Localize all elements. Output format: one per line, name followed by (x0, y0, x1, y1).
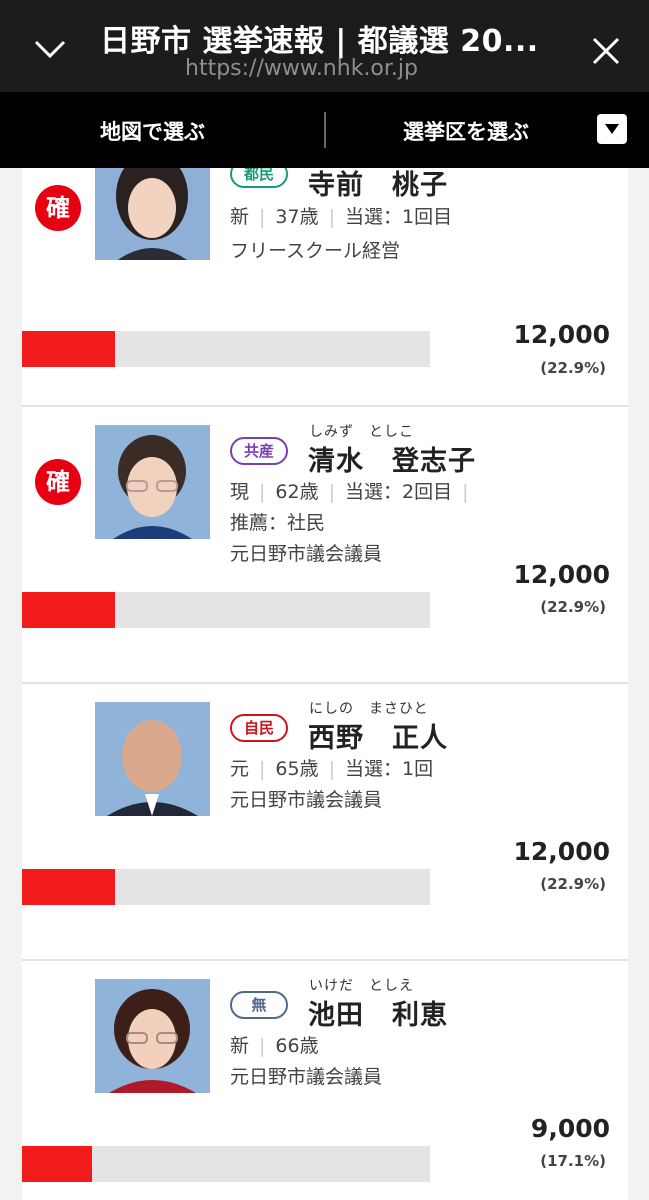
candidate-status: 新 (230, 1035, 250, 1057)
vote-percent: (22.9%) (540, 598, 606, 616)
party-badge: 共産 (230, 437, 288, 465)
vote-percent: (17.1%) (540, 1152, 606, 1170)
vote-bar (22, 869, 430, 905)
candidate-endorsement: 推薦：社民 (230, 512, 326, 534)
party-badge: 自民 (230, 714, 288, 742)
candidate-age: 37歳 (275, 206, 319, 228)
select-by-map-button[interactable]: 地図で選ぶ (100, 116, 205, 146)
vote-bar (22, 1146, 430, 1182)
candidate-info: 現 | 62歳 | 当選：2回目 | (230, 481, 469, 503)
candidate-info: 新 | 37歳 | 当選：1回目 (230, 206, 453, 228)
candidate-name: 清水 登志子 (308, 446, 476, 477)
vote-bar-fill (22, 592, 115, 628)
candidate-list: 確 都民 寺前 桃子 新 | 37歳 | 当選：1回目 フリースクール経営 12,000… (22, 168, 628, 1200)
candidate-age: 62歳 (275, 481, 319, 503)
candidate-name: 西野 正人 (308, 723, 448, 754)
party-badge: 都民 (230, 168, 288, 188)
page-url: https://www.nhk.or.jp (185, 56, 418, 81)
candidate-status: 元 (230, 758, 250, 780)
candidate-info: 新 | 66歳 (230, 1035, 319, 1057)
party-badge: 無 (230, 991, 288, 1019)
candidate-age: 66歳 (275, 1035, 319, 1057)
candidate-card[interactable]: 確 共産 しみず としこ 清水 登志子 現 | 62歳 | 当選：2回目 | 推薦：社民 … (22, 407, 628, 684)
candidate-photo (95, 702, 210, 816)
candidate-photo (95, 979, 210, 1093)
page-title: 日野市 選挙速報 | 都議選 20... (100, 24, 539, 59)
candidate-name: 寺前 桃子 (308, 170, 448, 201)
candidate-status: 新 (230, 206, 250, 228)
elected-badge: 確 (35, 185, 81, 231)
candidate-wins: 当選：1回 (345, 758, 434, 780)
candidate-wins: 当選：1回目 (345, 206, 453, 228)
candidate-card[interactable]: 無 いけだ としえ 池田 利恵 新 | 66歳 元日野市議会議員 9,000 (17… (22, 961, 628, 1200)
candidate-kana: いけだ としえ (309, 978, 414, 994)
vote-percent: (22.9%) (540, 359, 606, 377)
candidate-card[interactable]: 自民 にしの まさひと 西野 正人 元 | 65歳 | 当選：1回 元日野市議会議員 1… (22, 684, 628, 961)
candidate-career: フリースクール経営 (230, 240, 401, 262)
vote-bar-fill (22, 331, 115, 367)
candidate-wins: 当選：2回目 (345, 481, 453, 503)
candidate-career: 元日野市議会議員 (230, 543, 383, 565)
select-by-district-button[interactable]: 選挙区を選ぶ (403, 116, 529, 146)
selection-nav: 地図で選ぶ 選挙区を選ぶ (0, 92, 649, 168)
vote-bar (22, 592, 430, 628)
candidate-status: 現 (230, 481, 250, 503)
vote-bar-fill (22, 1146, 92, 1182)
dropdown-arrow-icon[interactable] (597, 114, 627, 144)
nav-divider (324, 112, 326, 148)
chevron-down-icon[interactable] (30, 30, 70, 70)
candidate-career: 元日野市議会議員 (230, 789, 383, 811)
close-icon[interactable] (591, 36, 621, 66)
vote-bar-fill (22, 869, 115, 905)
candidate-photo (95, 425, 210, 539)
candidate-card[interactable]: 確 都民 寺前 桃子 新 | 37歳 | 当選：1回目 フリースクール経営 12,000… (22, 168, 628, 407)
elected-badge: 確 (35, 459, 81, 505)
candidate-name: 池田 利恵 (308, 1000, 448, 1031)
candidate-kana: にしの まさひと (309, 701, 429, 717)
vote-percent: (22.9%) (540, 875, 606, 893)
candidate-kana: しみず としこ (309, 424, 414, 440)
candidate-career: 元日野市議会議員 (230, 1066, 383, 1088)
browser-header: 日野市 選挙速報 | 都議選 20... https://www.nhk.or.… (0, 0, 649, 92)
vote-count: 9,000 (530, 1114, 610, 1143)
vote-count: 12,000 (513, 837, 610, 866)
vote-count: 12,000 (513, 320, 610, 349)
vote-bar (22, 331, 430, 367)
candidate-photo (95, 168, 210, 260)
candidate-age: 65歳 (275, 758, 319, 780)
candidate-info: 元 | 65歳 | 当選：1回 (230, 758, 434, 780)
vote-count: 12,000 (513, 560, 610, 589)
